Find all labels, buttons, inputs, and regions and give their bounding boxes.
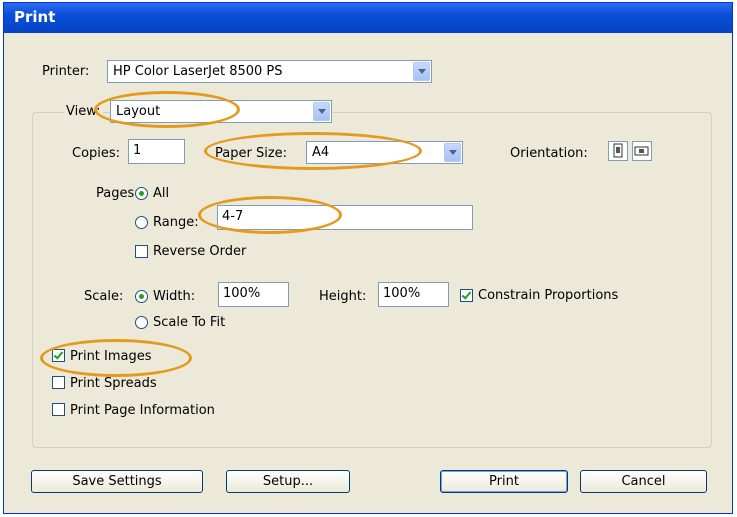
pages-label: Pages — [96, 186, 135, 201]
orientation-label: Orientation: — [510, 146, 588, 161]
pages-all-label: All — [153, 186, 170, 201]
view-value: Layout — [116, 104, 161, 119]
scale-height-value: 100% — [383, 286, 421, 301]
copies-input[interactable]: 1 — [128, 139, 185, 164]
view-select[interactable]: Layout — [110, 100, 332, 123]
pages-range-radio[interactable] — [135, 216, 148, 229]
scale-height-input[interactable]: 100% — [378, 282, 449, 307]
print-images-checkbox[interactable] — [52, 349, 65, 362]
print-page-info-checkbox[interactable] — [52, 403, 65, 416]
pages-range-label: Range: — [153, 215, 199, 230]
copies-label: Copies: — [72, 146, 121, 161]
chevron-down-icon[interactable] — [444, 143, 461, 162]
portrait-icon[interactable] — [608, 141, 628, 161]
chevron-down-icon[interactable] — [413, 62, 430, 81]
reverse-order-label: Reverse Order — [153, 244, 247, 259]
print-dialog: Print Printer: HP Color LaserJet 8500 PS… — [3, 2, 733, 514]
scale-width-radio[interactable] — [135, 290, 148, 303]
print-button[interactable]: Print — [440, 470, 568, 493]
landscape-icon[interactable] — [632, 141, 652, 161]
dialog-title: Print — [14, 8, 56, 26]
pages-range-input[interactable]: 4-7 — [217, 205, 473, 230]
reverse-order-checkbox[interactable] — [135, 245, 148, 258]
constrain-proportions-label: Constrain Proportions — [478, 288, 619, 303]
printer-label: Printer: — [42, 64, 90, 79]
print-images-label: Print Images — [70, 349, 152, 364]
save-settings-button[interactable]: Save Settings — [31, 470, 203, 493]
view-label: View: — [64, 104, 103, 119]
title-bar[interactable]: Print — [4, 3, 732, 33]
constrain-proportions-checkbox[interactable] — [460, 289, 473, 302]
scale-width-label: Width: — [153, 289, 196, 304]
cancel-button[interactable]: Cancel — [580, 470, 707, 493]
copies-value: 1 — [133, 143, 142, 158]
scale-to-fit-radio[interactable] — [135, 316, 148, 329]
print-spreads-checkbox[interactable] — [52, 376, 65, 389]
print-spreads-label: Print Spreads — [70, 376, 157, 391]
paper-size-select[interactable]: A4 — [306, 141, 463, 164]
paper-size-label: Paper Size: — [215, 146, 288, 161]
paper-size-value: A4 — [312, 145, 330, 160]
scale-label: Scale: — [84, 289, 124, 304]
print-page-info-label: Print Page Information — [70, 403, 215, 418]
pages-range-value: 4-7 — [222, 209, 244, 224]
scale-width-input[interactable]: 100% — [218, 282, 289, 307]
scale-height-label: Height: — [319, 289, 367, 304]
scale-to-fit-label: Scale To Fit — [153, 315, 226, 330]
setup-button[interactable]: Setup... — [226, 470, 350, 493]
printer-value: HP Color LaserJet 8500 PS — [113, 64, 283, 79]
printer-select[interactable]: HP Color LaserJet 8500 PS — [107, 60, 432, 83]
chevron-down-icon[interactable] — [313, 102, 330, 121]
pages-all-radio[interactable] — [135, 187, 148, 200]
scale-width-value: 100% — [223, 286, 261, 301]
